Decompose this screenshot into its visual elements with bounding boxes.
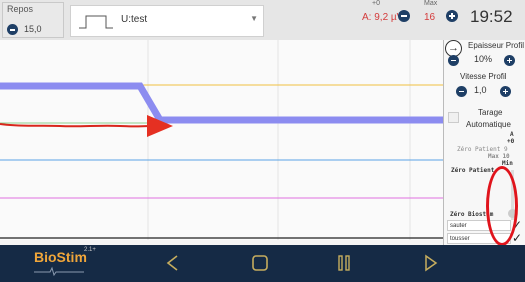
waveform-icon	[79, 15, 113, 29]
biostim-logo: BioStim 2.1+	[34, 247, 96, 276]
epaisseur-label: Epaisseur Profil	[468, 41, 525, 50]
mono-offset-label: +0	[507, 138, 515, 145]
tarage-label: Tarage	[478, 108, 503, 117]
home-icon[interactable]	[251, 253, 269, 273]
vitesse-value: 1,0	[474, 85, 487, 95]
epaisseur-decrease-button[interactable]	[448, 55, 459, 66]
zero-patient-line: Zéro Patient 9	[457, 146, 508, 153]
max-line: Max 10	[488, 153, 510, 160]
repos-value: 15,0	[24, 24, 42, 34]
logo-version: 2.1+	[84, 247, 96, 253]
epaisseur-increase-button[interactable]	[504, 55, 515, 66]
pause-icon[interactable]	[336, 253, 352, 273]
tarage-checkbox[interactable]	[448, 112, 459, 123]
clock: 19:52	[470, 7, 513, 26]
back-icon[interactable]	[165, 253, 179, 273]
bottom-nav: BioStim 2.1+	[0, 245, 525, 282]
profile-curve	[0, 82, 445, 124]
play-icon[interactable]	[424, 253, 438, 273]
repos-label: Repos	[7, 4, 34, 14]
graph-canvas	[0, 40, 445, 240]
chevron-down-icon: ▼	[250, 14, 258, 23]
highlight-ellipse	[486, 166, 518, 246]
amplitude-offset-label: +0	[372, 0, 380, 7]
max-value: 16	[424, 12, 436, 23]
max-label: Max	[424, 0, 438, 7]
program-name: U:test	[121, 14, 148, 25]
signal-curve	[0, 123, 151, 128]
amplitude-value: A: 9,2 µV	[362, 12, 404, 23]
top-bar: Repos 15,0 U:test ▼ +0 A: 9,2 µV Max 16 …	[0, 0, 525, 40]
logo-text: BioStim	[34, 249, 87, 265]
tarage-label-2: Automatique	[466, 120, 511, 129]
mono-a-label: A	[510, 131, 514, 138]
zero-patient-label: Zéro Patient	[451, 167, 495, 174]
vitesse-increase-button[interactable]	[500, 86, 511, 97]
program-select[interactable]: U:test ▼	[70, 5, 264, 37]
repos-control: Repos 15,0	[2, 2, 64, 38]
epaisseur-value: 10%	[474, 54, 493, 64]
amplitude-decrease-button[interactable]	[398, 10, 410, 22]
max-increase-button[interactable]	[446, 10, 458, 22]
vitesse-label: Vitesse Profil	[460, 72, 507, 81]
logo-wave-icon	[34, 266, 84, 276]
repos-decrease-button[interactable]	[7, 24, 18, 35]
signal-graph	[0, 40, 445, 240]
vitesse-decrease-button[interactable]	[456, 86, 467, 97]
